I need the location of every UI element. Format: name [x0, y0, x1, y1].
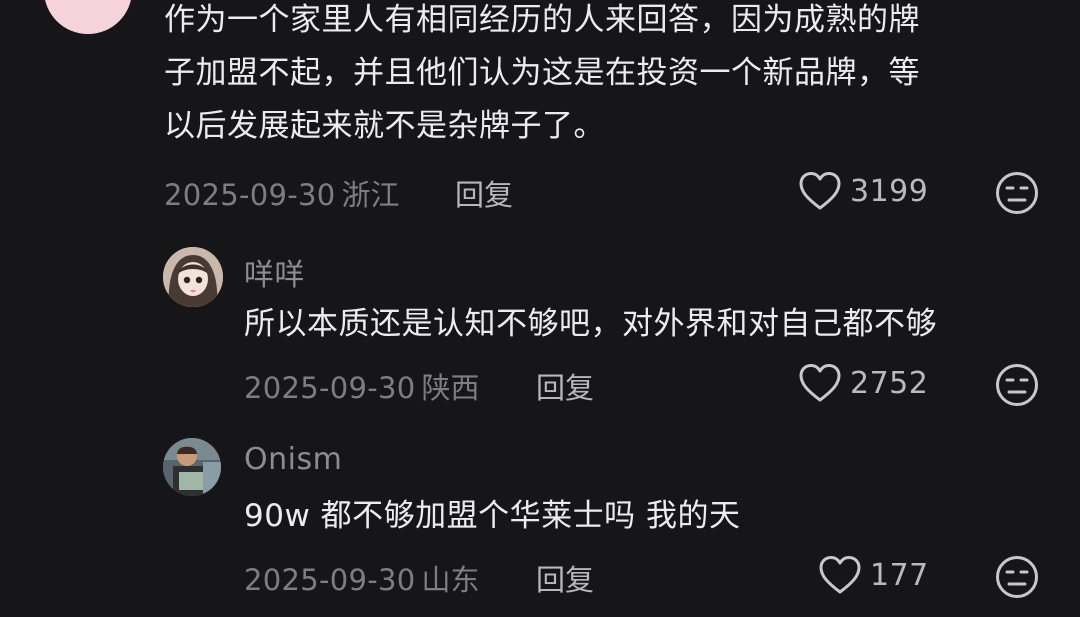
username[interactable]: 咩咩: [244, 250, 305, 294]
unhappy-face-icon[interactable]: [995, 171, 1039, 215]
like-count: 3199: [850, 173, 929, 209]
comment-location: 浙江: [341, 178, 400, 212]
comment-meta: 2025-09-30 山东: [244, 557, 480, 599]
comment-text-line: 作为一个家里人有相同经历的人来回答，因为成熟的牌: [164, 2, 920, 38]
heart-outline-icon: [799, 364, 841, 402]
comment-location: 山东: [421, 563, 480, 597]
unhappy-face-icon[interactable]: [995, 555, 1039, 599]
comment-meta: 2025-09-30 陕西: [244, 365, 480, 407]
like-button[interactable]: 2752: [798, 362, 928, 404]
avatar-illustration: [44, 0, 132, 34]
comment-text-line: 90w 都不够加盟个华莱士吗 我的天: [244, 498, 741, 534]
comment-text-line: 以后发展起来就不是杂牌子了。: [164, 108, 605, 144]
comment-date: 2025-09-30: [244, 371, 416, 405]
like-count: 2752: [850, 365, 929, 401]
comment-date: 2025-09-30: [244, 563, 416, 597]
like-button[interactable]: 177: [818, 554, 929, 596]
comment-meta: 2025-09-30 浙江: [164, 172, 400, 214]
heart-outline-icon: [819, 556, 861, 594]
avatar[interactable]: [163, 438, 221, 496]
reply-button[interactable]: 回复: [536, 557, 594, 599]
comment-text-line: 所以本质还是认知不够吧，对外界和对自己都不够: [244, 306, 937, 342]
comment-text: 作为一个家里人有相同经历的人来回答，因为成熟的牌 子加盟不起，并且他们认为这是在…: [164, 0, 1044, 153]
comment-text: 90w 都不够加盟个华莱士吗 我的天: [244, 490, 1044, 543]
avatar[interactable]: [163, 247, 223, 307]
reply-button[interactable]: 回复: [455, 172, 513, 214]
comment-text: 所以本质还是认知不够吧，对外界和对自己都不够: [244, 298, 1044, 351]
unhappy-face-icon[interactable]: [995, 363, 1039, 407]
comment-date: 2025-09-30: [164, 178, 336, 212]
like-count: 177: [870, 557, 929, 593]
avatar-illustration: [163, 438, 221, 496]
heart-outline-icon: [799, 172, 841, 210]
avatar-illustration: [163, 247, 223, 307]
avatar[interactable]: [44, 0, 132, 34]
comment-location: 陕西: [421, 371, 480, 405]
username[interactable]: Onism: [244, 442, 342, 477]
reply-button[interactable]: 回复: [536, 365, 594, 407]
comment-text-line: 子加盟不起，并且他们认为这是在投资一个新品牌，等: [164, 55, 920, 91]
like-button[interactable]: 3199: [798, 170, 928, 212]
